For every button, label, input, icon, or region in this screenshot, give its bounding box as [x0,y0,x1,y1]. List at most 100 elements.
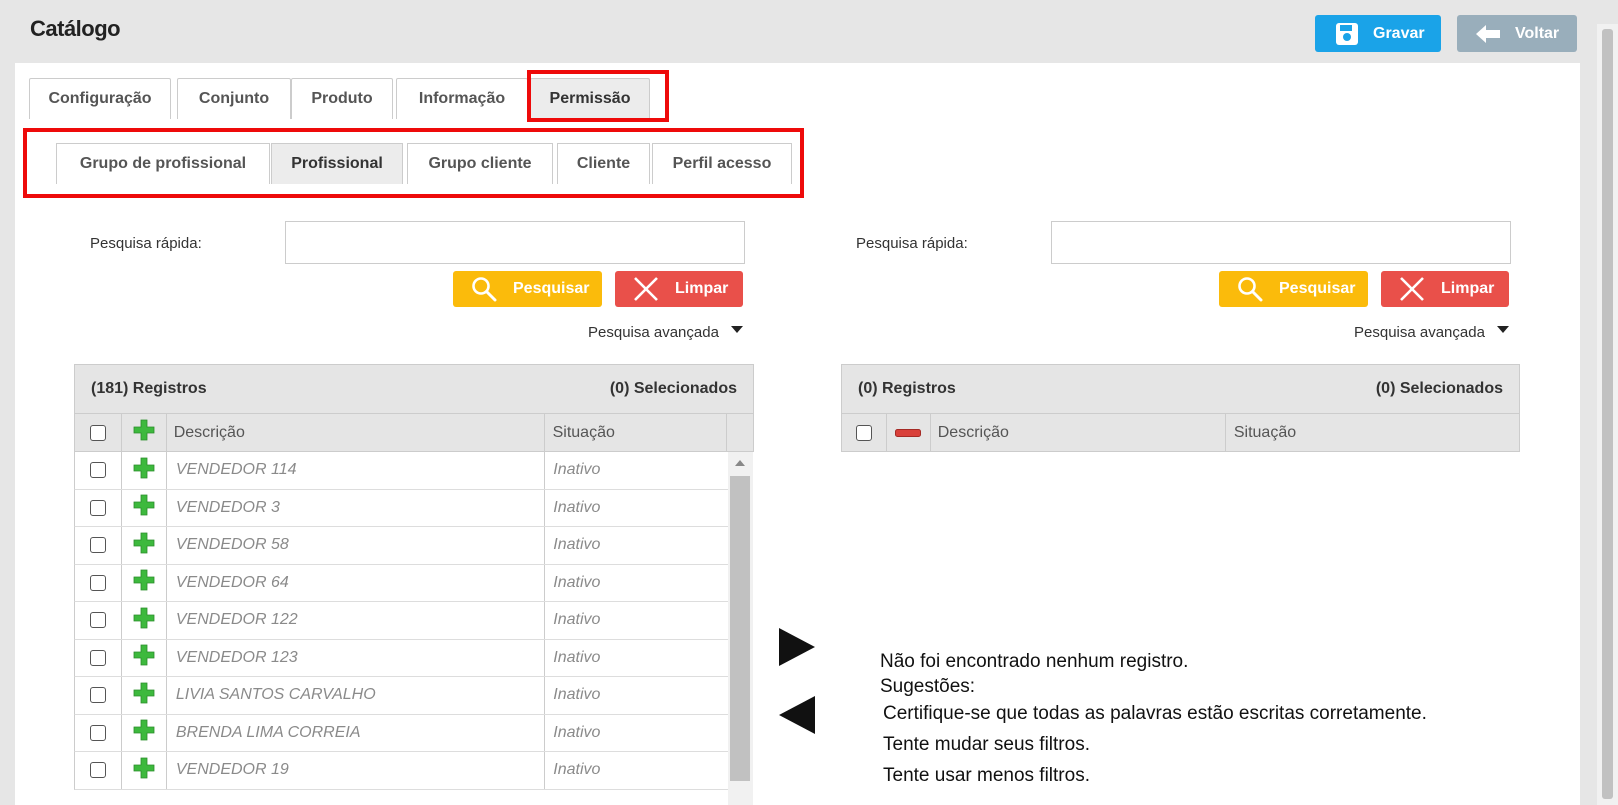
caret-down-icon [730,326,743,333]
row-checkbox[interactable] [89,462,106,479]
highlight-box-subtabs [23,128,804,198]
row-checkbox[interactable] [89,499,106,516]
add-icon[interactable] [133,719,155,746]
empty-message: Não foi encontrado nenhum registro. [880,651,1189,672]
table-row[interactable]: VENDEDOR 3 Inativo [74,489,728,527]
row-checkbox[interactable] [89,612,106,629]
row-descricao: VENDEDOR 114 [167,452,546,489]
tab-conjunto[interactable]: Conjunto [177,78,291,119]
back-button[interactable]: Voltar [1457,15,1577,52]
table-row[interactable]: VENDEDOR 122 Inativo [74,602,728,640]
right-advanced-search-label: Pesquisa avançada [1354,324,1485,341]
row-checkbox[interactable] [89,687,106,704]
table-row[interactable]: LIVIA SANTOS CARVALHO Inativo [74,677,728,715]
left-search-input[interactable] [285,221,745,264]
right-remove-all-cell [887,414,931,451]
right-advanced-search[interactable]: Pesquisa avançada [1354,324,1509,341]
left-col-situacao[interactable]: Situação [545,414,728,451]
search-icon [467,276,501,302]
add-icon[interactable] [133,457,155,484]
floppy-disk-icon [1329,22,1365,46]
right-select-all-checkbox[interactable] [855,424,872,441]
row-descricao: VENDEDOR 123 [167,639,546,676]
left-advanced-search-label: Pesquisa avançada [588,324,719,341]
table-row[interactable]: VENDEDOR 123 Inativo [74,639,728,677]
table-row[interactable]: VENDEDOR 114 Inativo [74,452,728,490]
add-icon[interactable] [133,757,155,784]
remove-all-icon[interactable] [895,424,922,442]
highlight-box-tab [527,70,669,122]
row-situacao: Inativo [553,573,601,591]
row-situacao: Inativo [553,686,601,704]
left-column-header: Descrição Situação [74,414,754,452]
add-icon[interactable] [133,532,155,559]
right-search-button[interactable]: Pesquisar [1219,271,1368,307]
left-grid-scrollbar[interactable] [728,452,753,805]
row-descricao: VENDEDOR 64 [167,564,546,601]
left-col-descricao[interactable]: Descrição [167,414,545,451]
right-col-situacao[interactable]: Situação [1226,414,1519,451]
tab-informacao[interactable]: Informação [396,78,528,119]
row-add-cell [122,489,167,526]
right-col-descricao[interactable]: Descrição [931,414,1226,451]
right-records-count: (0) Registros [858,380,956,397]
left-grid-header: (181) Registros (0) Selecionados [74,364,754,414]
row-checkbox[interactable] [89,537,106,554]
row-checkbox[interactable] [89,724,106,741]
left-clear-button[interactable]: Limpar [615,271,743,307]
add-icon[interactable] [133,644,155,671]
row-add-cell [122,752,167,789]
tab-produto[interactable]: Produto [291,78,393,119]
row-select-cell [75,602,122,639]
row-add-cell [122,639,167,676]
table-row[interactable]: BRENDA LIMA CORREIA Inativo [74,714,728,752]
move-right-icon[interactable] [779,628,815,666]
add-icon[interactable] [133,607,155,634]
row-select-cell [75,677,122,714]
add-icon[interactable] [133,494,155,521]
left-search-label: Pesquisa rápida: [90,235,202,252]
row-checkbox[interactable] [89,762,106,779]
table-row[interactable]: VENDEDOR 58 Inativo [74,527,728,565]
row-add-cell [122,527,167,564]
right-search-button-label: Pesquisar [1279,280,1356,297]
row-add-cell [122,677,167,714]
page-title: Catálogo [30,16,121,41]
add-all-icon[interactable] [133,419,155,446]
table-row[interactable]: VENDEDOR 19 Inativo [74,752,728,790]
left-add-all-cell [122,414,167,451]
row-checkbox[interactable] [89,574,106,591]
search-icon [1233,276,1267,302]
caret-down-icon [1496,326,1509,333]
move-left-icon[interactable] [779,696,815,734]
suggestion-item: Tente usar menos filtros. [883,765,1090,786]
row-situacao: Inativo [553,536,601,554]
add-icon[interactable] [133,682,155,709]
row-select-cell [75,452,122,489]
left-search-button[interactable]: Pesquisar [453,271,602,307]
tab-configuracao[interactable]: Configuração [29,78,171,119]
right-clear-button[interactable]: Limpar [1381,271,1509,307]
row-situacao: Inativo [553,611,601,629]
left-records-count: (181) Registros [91,380,207,397]
suggestion-item: Certifique-se que todas as palavras estã… [883,703,1427,724]
row-select-cell [75,489,122,526]
right-search-input[interactable] [1051,221,1511,264]
save-button[interactable]: Gravar [1315,15,1441,52]
right-search-label: Pesquisa rápida: [856,235,968,252]
suggestions-title: Sugestões: [880,676,976,697]
row-add-cell [122,602,167,639]
add-icon[interactable] [133,569,155,596]
left-advanced-search[interactable]: Pesquisa avançada [588,324,743,341]
row-add-cell [122,714,167,751]
suggestion-item: Tente mudar seus filtros. [883,734,1090,755]
table-row[interactable]: VENDEDOR 64 Inativo [74,564,728,602]
page-scrollbar[interactable] [1597,24,1618,805]
left-select-all-checkbox[interactable] [89,424,106,441]
arrow-left-icon [1471,24,1507,44]
row-descricao: VENDEDOR 58 [167,527,546,564]
row-select-cell [75,639,122,676]
right-selected-count: (0) Selecionados [1375,380,1503,397]
row-select-cell [75,564,122,601]
row-checkbox[interactable] [89,649,106,666]
